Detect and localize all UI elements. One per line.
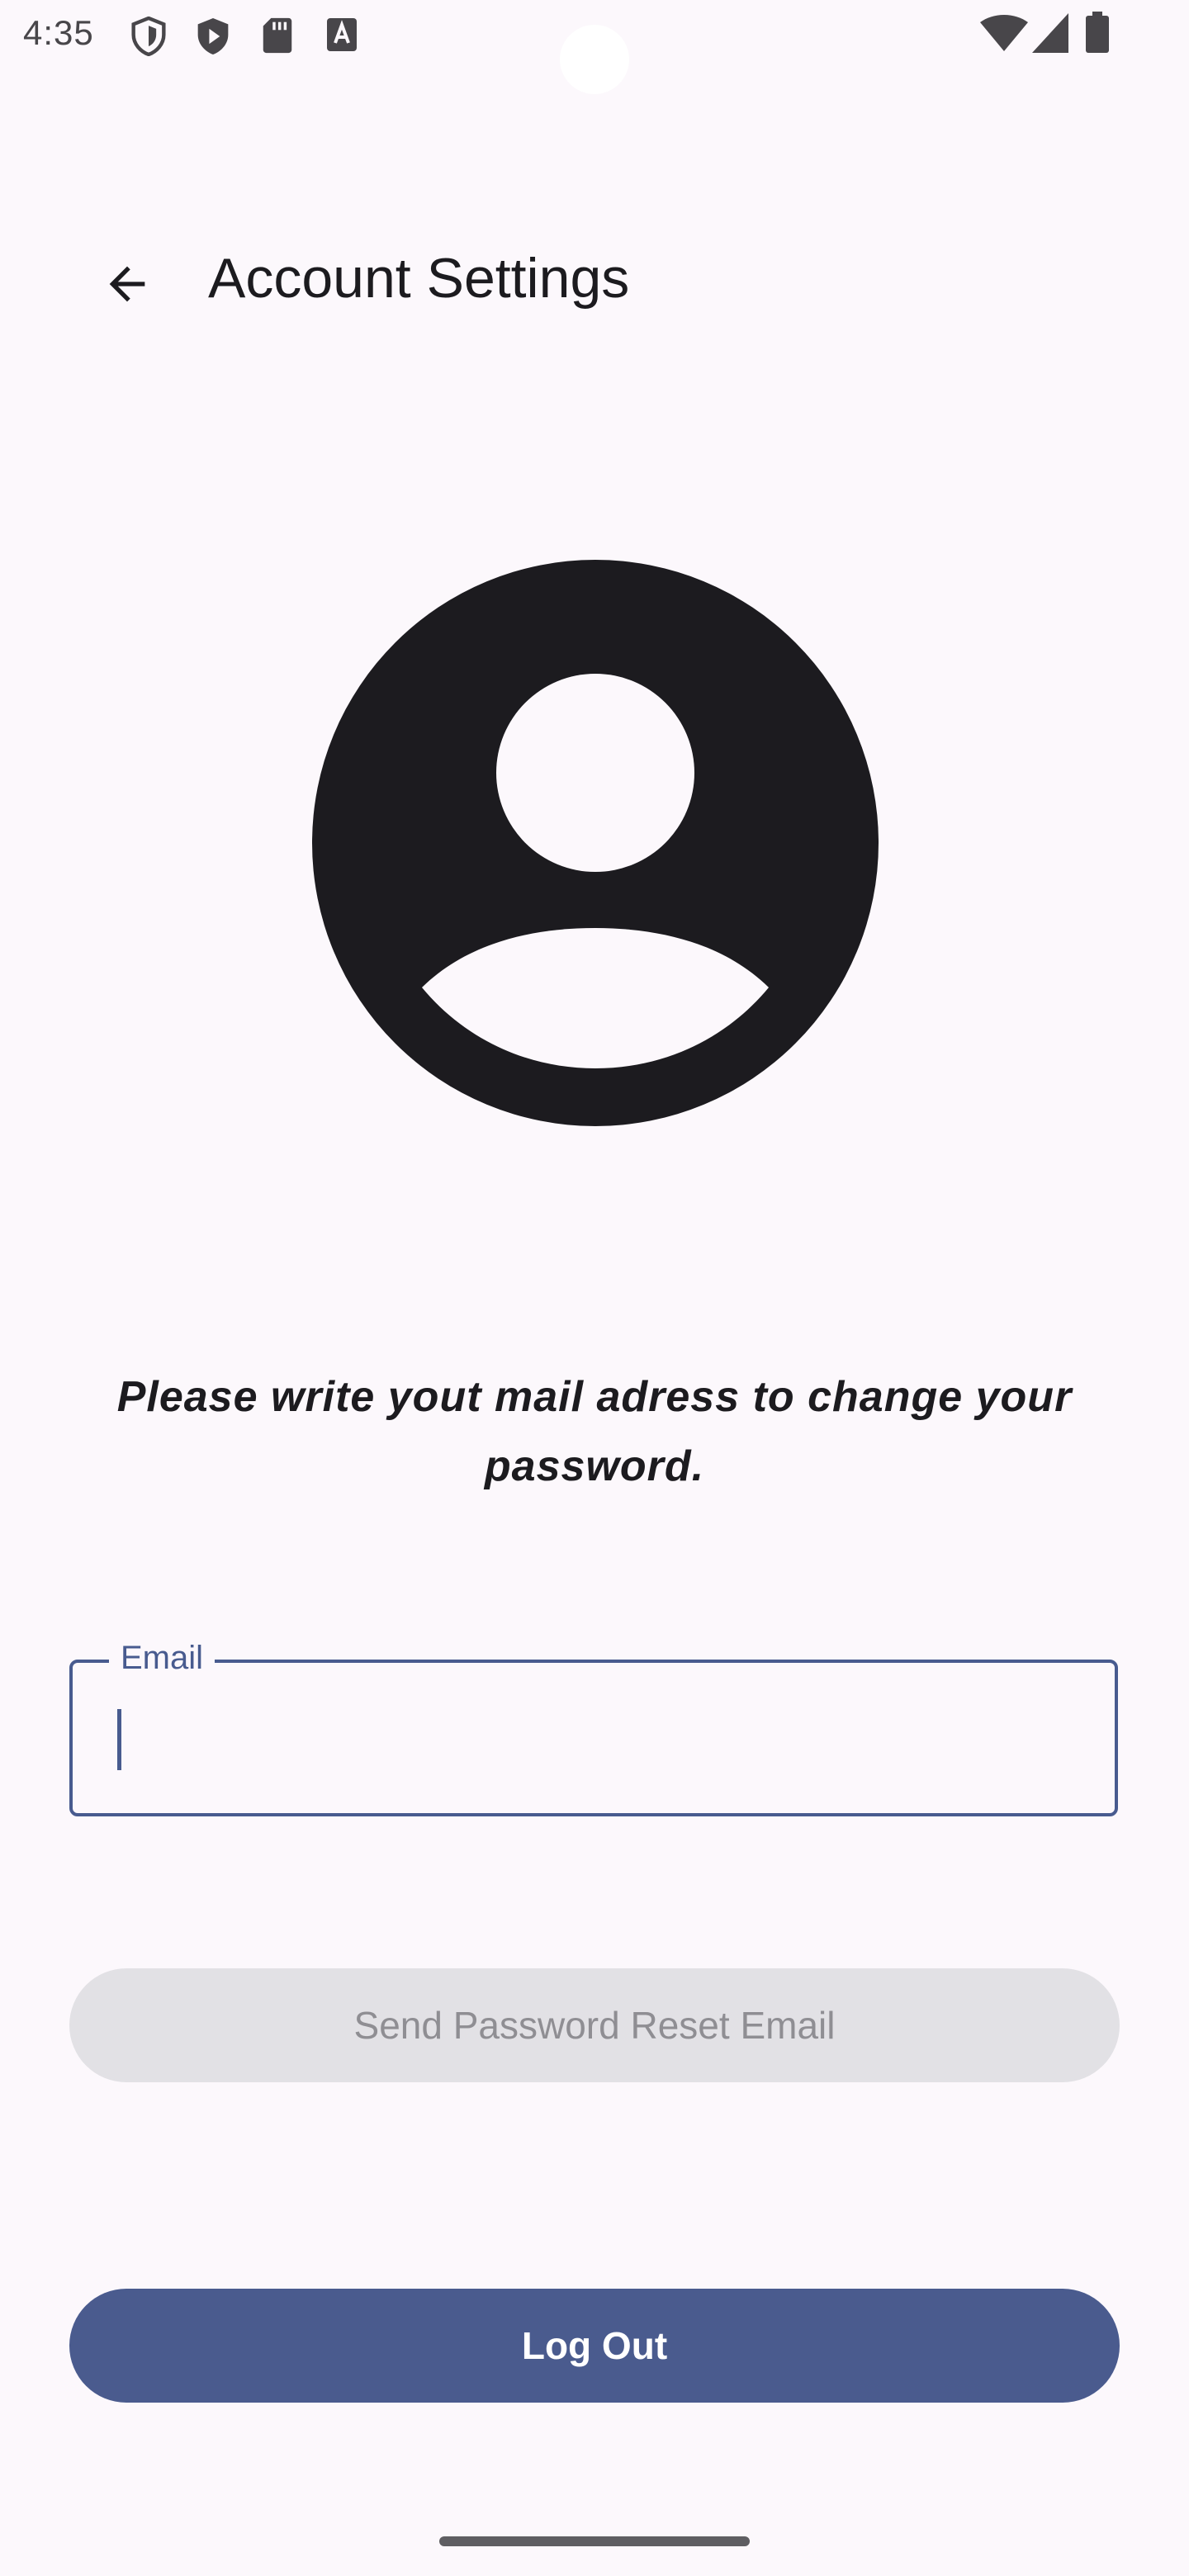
back-button[interactable] [78, 234, 177, 334]
reset-instruction-text: Please write yout mail adress to change … [116, 1373, 1073, 1490]
status-time: 4:35 [23, 13, 94, 52]
text-cursor [117, 1709, 121, 1770]
battery-icon [1086, 12, 1109, 53]
log-out-button[interactable]: Log Out [69, 2289, 1120, 2403]
text-a-icon [327, 18, 357, 51]
email-input[interactable] [114, 1704, 1075, 1775]
top-app-bar: Account Settings [0, 215, 1189, 339]
account-circle-icon [312, 560, 879, 1126]
shield-outline-icon [131, 17, 166, 56]
status-bar: 4:35 [0, 0, 1189, 94]
profile-avatar [312, 560, 879, 1126]
email-field[interactable]: Email [69, 1640, 1118, 1816]
arrow-back-icon [109, 266, 145, 302]
page-title: Account Settings [208, 247, 630, 310]
gesture-navigation-bar[interactable] [439, 2536, 750, 2546]
email-field-label: Email [109, 1640, 216, 1677]
shield-play-icon [197, 18, 229, 54]
camera-cutout [560, 25, 629, 94]
sd-card-icon [263, 17, 292, 54]
cell-signal-icon [1032, 13, 1068, 53]
send-password-reset-button[interactable]: Send Password Reset Email [69, 1968, 1120, 2082]
wifi-icon [980, 15, 1028, 51]
